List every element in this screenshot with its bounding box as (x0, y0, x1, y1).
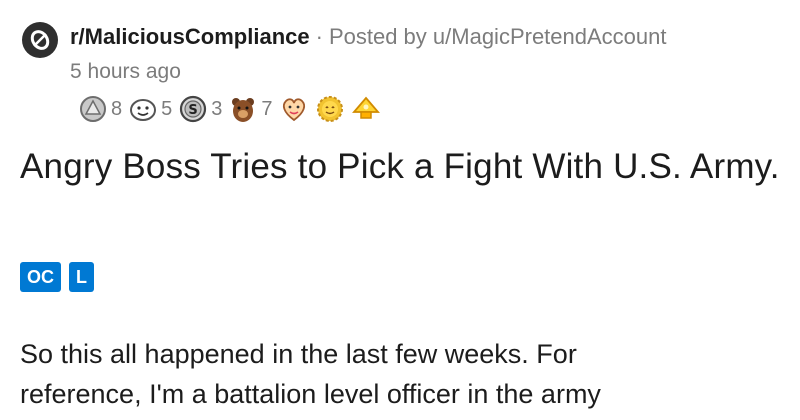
award-count: 5 (161, 97, 173, 120)
bear-award-icon (232, 98, 255, 122)
award-count: 3 (211, 97, 223, 120)
post-body: So this all happened in the last few wee… (20, 334, 790, 414)
award-count: 8 (111, 97, 123, 120)
flair-oc[interactable]: OC (20, 262, 61, 292)
award-heart[interactable] (279, 94, 309, 124)
posted-by[interactable]: Posted by u/MagicPretendAccount (329, 24, 667, 49)
award-bear[interactable]: 7 (228, 94, 273, 124)
award-wholesome[interactable]: 5 (128, 94, 172, 124)
flair-l[interactable]: L (69, 262, 94, 292)
award-gold[interactable] (351, 94, 381, 124)
sun-award-icon (316, 96, 343, 122)
post-time[interactable]: 5 hours ago (70, 60, 181, 84)
post-meta: r/MaliciousCompliance · Posted by u/MagicP… (70, 24, 666, 50)
post-body-line: So this all happened in the last few wee… (20, 339, 577, 369)
heart-award-icon (282, 98, 305, 122)
subreddit-link[interactable]: r/MaliciousCompliance (70, 24, 310, 49)
post-title[interactable]: Angry Boss Tries to Pick a Fight With U.… (20, 143, 790, 190)
subreddit-avatar[interactable] (22, 22, 58, 58)
post-body-line: reference, I'm a battalion level officer… (20, 379, 601, 409)
wholesome-award-icon (130, 99, 157, 121)
award-silver[interactable]: 8 (78, 94, 122, 124)
award-coin[interactable]: S 3 (178, 94, 222, 124)
silver-award-icon (80, 96, 106, 122)
svg-text:S: S (189, 103, 198, 118)
post-header: r/MaliciousCompliance · Posted by u/MagicP… (22, 18, 782, 98)
subreddit-icon (30, 30, 50, 50)
award-count: 7 (261, 97, 273, 120)
award-sun[interactable] (315, 94, 345, 124)
flair-row: OC L (20, 262, 94, 292)
meta-separator: · (315, 24, 323, 49)
awards-row[interactable]: 8 5 S 3 7 (78, 92, 381, 126)
coin-award-icon: S (180, 95, 207, 123)
gold-award-icon (351, 96, 380, 119)
